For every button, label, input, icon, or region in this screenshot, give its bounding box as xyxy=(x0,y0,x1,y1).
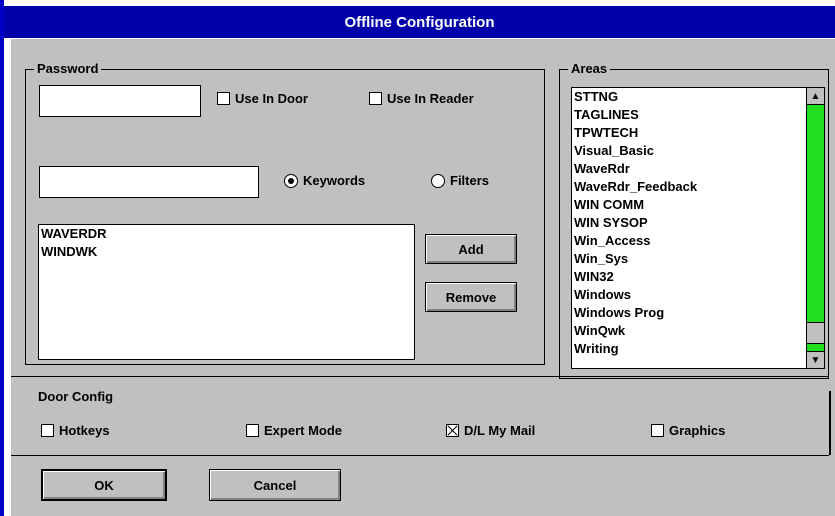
cancel-button[interactable]: Cancel xyxy=(209,469,341,501)
password-input[interactable] xyxy=(39,85,201,117)
remove-button-label: Remove xyxy=(445,289,497,305)
window-left-edge xyxy=(0,0,4,516)
filters-radio-label: Filters xyxy=(450,173,490,188)
expert-mode-box[interactable] xyxy=(246,424,259,437)
list-item[interactable]: Windows Prog xyxy=(572,304,824,322)
expert-mode-label: Expert Mode xyxy=(264,423,343,438)
list-item[interactable]: WIN32 xyxy=(572,268,824,286)
list-item[interactable]: WinQwk xyxy=(572,322,824,340)
window-title: Offline Configuration xyxy=(344,13,495,31)
list-item[interactable]: TAGLINES xyxy=(572,106,824,124)
remove-button[interactable]: Remove xyxy=(425,282,517,312)
ok-button[interactable]: OK xyxy=(41,469,167,501)
use-in-door-label: Use In Door xyxy=(235,91,308,106)
title-bar[interactable]: Offline Configuration xyxy=(4,6,835,38)
list-item[interactable]: STTNG xyxy=(572,88,824,106)
add-button[interactable]: Add xyxy=(425,234,517,264)
list-item[interactable]: Visual_Basic xyxy=(572,142,824,160)
dl-my-mail-checkbox[interactable]: D/L My Mail xyxy=(446,423,535,438)
expert-mode-checkbox[interactable]: Expert Mode xyxy=(246,423,342,438)
graphics-label: Graphics xyxy=(669,423,726,438)
list-item[interactable]: Writing xyxy=(572,340,824,358)
scroll-down-arrow-icon[interactable]: ▼ xyxy=(807,351,824,368)
ok-button-label: OK xyxy=(94,477,114,493)
password-legend: Password xyxy=(34,61,102,77)
use-in-door-checkbox[interactable]: Use In Door xyxy=(217,91,308,106)
list-item[interactable]: Windows xyxy=(572,286,824,304)
dialog-body: Password Use In Door Use In Reader Keywo… xyxy=(11,39,835,516)
graphics-box[interactable] xyxy=(651,424,664,437)
scroll-thumb[interactable] xyxy=(807,322,824,344)
graphics-checkbox[interactable]: Graphics xyxy=(651,423,725,438)
button-row-divider xyxy=(11,455,829,456)
areas-scrollbar[interactable]: ▲ ▼ xyxy=(806,88,824,368)
hotkeys-box[interactable] xyxy=(41,424,54,437)
door-config-title: Door Config xyxy=(38,389,114,404)
list-item[interactable]: TPWTECH xyxy=(572,124,824,142)
list-item[interactable]: WIN COMM xyxy=(572,196,824,214)
list-item[interactable]: Win_Sys xyxy=(572,250,824,268)
dl-my-mail-box[interactable] xyxy=(446,424,459,437)
door-config-divider xyxy=(11,376,829,377)
door-config-right-edge xyxy=(829,391,831,455)
use-in-reader-box[interactable] xyxy=(369,92,382,105)
keyword-input[interactable] xyxy=(39,166,259,198)
dl-my-mail-label: D/L My Mail xyxy=(464,423,536,438)
add-button-label: Add xyxy=(458,241,484,257)
list-item[interactable]: WINDWK xyxy=(39,243,414,261)
list-item[interactable]: WaveRdr xyxy=(572,160,824,178)
use-in-door-box[interactable] xyxy=(217,92,230,105)
list-item[interactable]: WAVERDR xyxy=(39,225,414,243)
areas-legend: Areas xyxy=(568,61,611,77)
use-in-reader-label: Use In Reader xyxy=(387,91,474,106)
filters-radio[interactable]: Filters xyxy=(431,173,489,188)
list-item[interactable]: Win_Access xyxy=(572,232,824,250)
keywords-radio-dot[interactable] xyxy=(284,173,298,188)
keywords-radio-label: Keywords xyxy=(303,173,366,188)
list-item[interactable]: WIN SYSOP xyxy=(572,214,824,232)
areas-listbox[interactable]: STTNG TAGLINES TPWTECH Visual_Basic Wave… xyxy=(571,87,825,369)
cancel-button-label: Cancel xyxy=(253,477,297,493)
keywords-radio[interactable]: Keywords xyxy=(284,173,365,188)
list-item[interactable]: WaveRdr_Feedback xyxy=(572,178,824,196)
hotkeys-label: Hotkeys xyxy=(59,423,110,438)
keyword-listbox[interactable]: WAVERDR WINDWK xyxy=(38,224,415,360)
filters-radio-dot[interactable] xyxy=(431,173,445,188)
hotkeys-checkbox[interactable]: Hotkeys xyxy=(41,423,110,438)
scroll-up-arrow-icon[interactable]: ▲ xyxy=(807,88,824,105)
use-in-reader-checkbox[interactable]: Use In Reader xyxy=(369,91,474,106)
